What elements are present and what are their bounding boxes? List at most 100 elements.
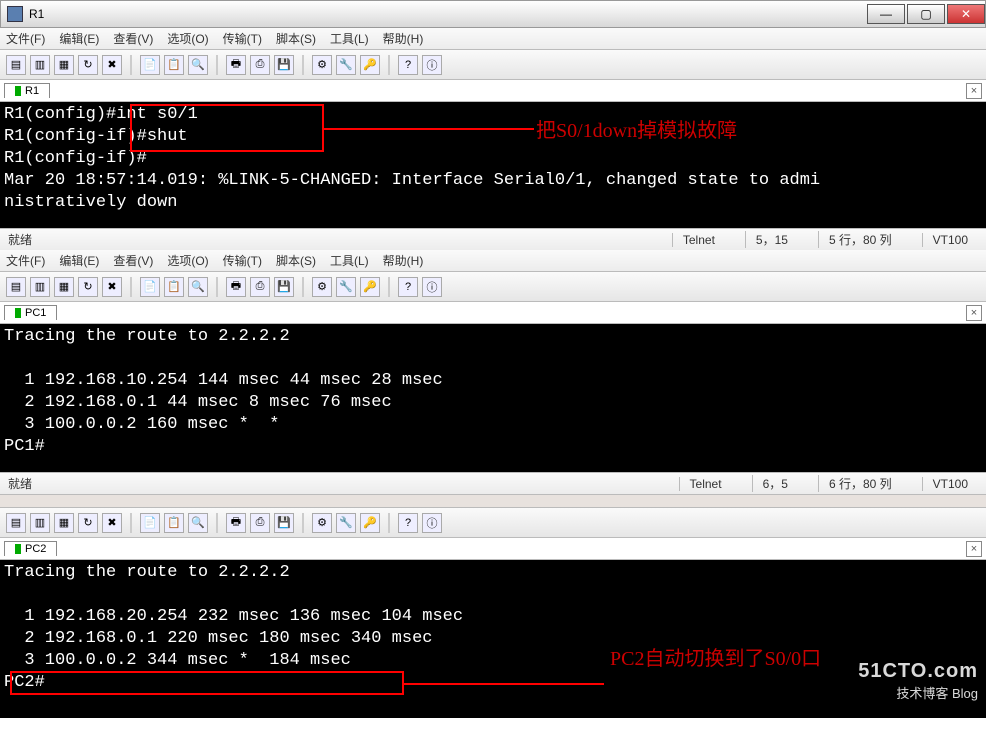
tool-key-icon[interactable]: 🔑 xyxy=(360,55,380,75)
menu-file[interactable]: 文件(F) xyxy=(6,252,45,269)
tool-about-icon[interactable]: ⓘ xyxy=(422,55,442,75)
tool-connect-icon[interactable]: ▥ xyxy=(30,513,50,533)
window-title: R1 xyxy=(29,7,44,21)
tool-paste-icon[interactable]: 📋 xyxy=(164,277,184,297)
toolbar-separator xyxy=(130,277,132,297)
tool-copy-icon[interactable]: 📄 xyxy=(140,55,160,75)
menu-transfer[interactable]: 传输(T) xyxy=(223,252,262,269)
terminal-r1[interactable]: R1(config)#int s0/1 R1(config-if)#shut R… xyxy=(0,102,986,228)
menu-tools[interactable]: 工具(L) xyxy=(330,252,369,269)
tool-wrench-icon[interactable]: 🔧 xyxy=(336,277,356,297)
terminal-pc1[interactable]: Tracing the route to 2.2.2.2 1 192.168.1… xyxy=(0,324,986,472)
tab-r1[interactable]: R1 xyxy=(4,83,50,98)
status-cursor-pos: 6，5 xyxy=(752,475,798,492)
status-bar-pc1: 就绪 Telnet 6，5 6 行，80 列 VT100 xyxy=(0,472,986,494)
toolbar-r1: ▤ ▥ ▦ ↻ ✖ 📄 📋 🔍 🖶 ⎙ 💾 ⚙ 🔧 🔑 ? ⓘ xyxy=(0,50,986,80)
tool-print-icon[interactable]: 🖶 xyxy=(226,513,246,533)
tool-copy-icon[interactable]: 📄 xyxy=(140,277,160,297)
tool-stop-icon[interactable]: ✖ xyxy=(102,277,122,297)
tool-wrench-icon[interactable]: 🔧 xyxy=(336,513,356,533)
tool-session-icon[interactable]: ▦ xyxy=(54,55,74,75)
tool-print-icon[interactable]: 🖶 xyxy=(226,55,246,75)
tool-connect-icon[interactable]: ▥ xyxy=(30,55,50,75)
tool-about-icon[interactable]: ⓘ xyxy=(422,513,442,533)
tab-pc2[interactable]: PC2 xyxy=(4,541,57,556)
tab-bar-pc1: PC1 × xyxy=(0,302,986,324)
tool-session-icon[interactable]: ▦ xyxy=(54,277,74,297)
toolbar-separator xyxy=(216,513,218,533)
menu-options[interactable]: 选项(O) xyxy=(167,30,208,47)
menu-tools[interactable]: 工具(L) xyxy=(330,30,369,47)
menu-edit[interactable]: 编辑(E) xyxy=(59,30,99,47)
menu-help[interactable]: 帮助(H) xyxy=(383,252,424,269)
tool-key-icon[interactable]: 🔑 xyxy=(360,513,380,533)
minimize-button[interactable]: — xyxy=(867,4,905,24)
app-icon xyxy=(7,6,23,22)
toolbar-separator xyxy=(216,55,218,75)
status-ready: 就绪 xyxy=(8,475,32,492)
tool-new-icon[interactable]: ▤ xyxy=(6,513,26,533)
menu-options[interactable]: 选项(O) xyxy=(167,252,208,269)
tool-save-icon[interactable]: 💾 xyxy=(274,55,294,75)
tool-paste-icon[interactable]: 📋 xyxy=(164,513,184,533)
tool-print-icon[interactable]: 🖶 xyxy=(226,277,246,297)
tool-find-icon[interactable]: 🔍 xyxy=(188,277,208,297)
toolbar-separator xyxy=(130,55,132,75)
tool-new-icon[interactable]: ▤ xyxy=(6,277,26,297)
toolbar-separator xyxy=(388,513,390,533)
tool-find-icon[interactable]: 🔍 xyxy=(188,55,208,75)
menu-script[interactable]: 脚本(S) xyxy=(276,252,316,269)
tab-pc1[interactable]: PC1 xyxy=(4,305,57,320)
maximize-button[interactable]: ▢ xyxy=(907,4,945,24)
tool-refresh-icon[interactable]: ↻ xyxy=(78,55,98,75)
tool-stop-icon[interactable]: ✖ xyxy=(102,513,122,533)
status-ready: 就绪 xyxy=(8,231,32,248)
tool-stop-icon[interactable]: ✖ xyxy=(102,55,122,75)
tool-wrench-icon[interactable]: 🔧 xyxy=(336,55,356,75)
tab-close-button[interactable]: × xyxy=(966,305,982,321)
tool-connect-icon[interactable]: ▥ xyxy=(30,277,50,297)
menu-script[interactable]: 脚本(S) xyxy=(276,30,316,47)
tool-refresh-icon[interactable]: ↻ xyxy=(78,277,98,297)
tool-props-icon[interactable]: ⚙ xyxy=(312,277,332,297)
status-cursor-pos: 5，15 xyxy=(745,231,798,248)
tool-find-icon[interactable]: 🔍 xyxy=(188,513,208,533)
tool-paste-icon[interactable]: 📋 xyxy=(164,55,184,75)
tab-close-button[interactable]: × xyxy=(966,83,982,99)
tool-export-icon[interactable]: ⎙ xyxy=(250,513,270,533)
tool-help-icon[interactable]: ? xyxy=(398,513,418,533)
status-emulation: VT100 xyxy=(922,233,978,247)
tool-export-icon[interactable]: ⎙ xyxy=(250,277,270,297)
menu-transfer[interactable]: 传输(T) xyxy=(223,30,262,47)
menu-view[interactable]: 查看(V) xyxy=(113,30,153,47)
menu-view[interactable]: 查看(V) xyxy=(113,252,153,269)
tool-save-icon[interactable]: 💾 xyxy=(274,277,294,297)
toolbar-separator xyxy=(388,277,390,297)
tool-props-icon[interactable]: ⚙ xyxy=(312,55,332,75)
close-button[interactable]: ✕ xyxy=(947,4,985,24)
tab-label: R1 xyxy=(25,85,39,97)
menu-edit[interactable]: 编辑(E) xyxy=(59,252,99,269)
partial-menubar-pc2 xyxy=(0,494,986,508)
tab-bar-pc2: PC2 × xyxy=(0,538,986,560)
tool-session-icon[interactable]: ▦ xyxy=(54,513,74,533)
tool-copy-icon[interactable]: 📄 xyxy=(140,513,160,533)
title-bar: R1 — ▢ ✕ xyxy=(0,0,986,28)
tool-about-icon[interactable]: ⓘ xyxy=(422,277,442,297)
toolbar-separator xyxy=(130,513,132,533)
tool-props-icon[interactable]: ⚙ xyxy=(312,513,332,533)
tab-status-icon xyxy=(15,308,21,318)
terminal-pc2[interactable]: Tracing the route to 2.2.2.2 1 192.168.2… xyxy=(0,560,986,718)
tool-refresh-icon[interactable]: ↻ xyxy=(78,513,98,533)
tool-help-icon[interactable]: ? xyxy=(398,55,418,75)
tool-save-icon[interactable]: 💾 xyxy=(274,513,294,533)
tool-export-icon[interactable]: ⎙ xyxy=(250,55,270,75)
tool-key-icon[interactable]: 🔑 xyxy=(360,277,380,297)
menu-help[interactable]: 帮助(H) xyxy=(383,30,424,47)
menu-file[interactable]: 文件(F) xyxy=(6,30,45,47)
tool-help-icon[interactable]: ? xyxy=(398,277,418,297)
toolbar-separator xyxy=(302,55,304,75)
tab-bar-r1: R1 × xyxy=(0,80,986,102)
tool-new-icon[interactable]: ▤ xyxy=(6,55,26,75)
tab-close-button[interactable]: × xyxy=(966,541,982,557)
